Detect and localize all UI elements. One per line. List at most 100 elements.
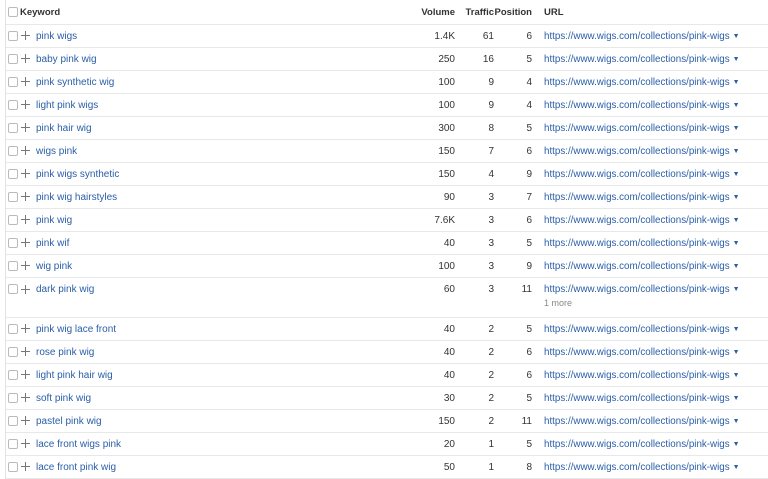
keyword-link[interactable]: baby pink wig [36, 47, 407, 71]
caret-down-icon[interactable]: ▼ [733, 286, 740, 293]
table-row[interactable]: pink wig hairstyles 90 3 7 https://www.wigs.… [6, 185, 768, 209]
keyword-link[interactable]: soft pink wig [36, 386, 407, 410]
keyword-link[interactable]: pink wigs synthetic [36, 162, 407, 186]
table-row[interactable]: pastel pink wig 150 2 11 https://www.wigs.co… [6, 409, 768, 433]
keyword-link[interactable]: pink wig [36, 208, 407, 232]
header-url[interactable]: URL [544, 0, 768, 25]
url-link[interactable]: https://www.wigs.com/collections/pink-wi… [544, 169, 730, 180]
keyword-link[interactable]: light pink wigs [36, 93, 407, 117]
header-position[interactable]: Position [494, 0, 532, 25]
caret-down-icon[interactable]: ▼ [733, 56, 740, 63]
caret-down-icon[interactable]: ▼ [733, 102, 740, 109]
url-link[interactable]: https://www.wigs.com/collections/pink-wi… [544, 100, 730, 111]
url-link[interactable]: https://www.wigs.com/collections/pink-wi… [544, 54, 730, 65]
table-row[interactable]: pink wif 40 3 5 https://www.wigs.com/collect… [6, 231, 768, 255]
row-checkbox[interactable] [8, 214, 18, 225]
row-checkbox[interactable] [8, 260, 18, 271]
url-link[interactable]: https://www.wigs.com/collections/pink-wi… [544, 439, 730, 450]
keyword-link[interactable]: pink hair wig [36, 116, 407, 140]
url-link[interactable]: https://www.wigs.com/collections/pink-wi… [544, 261, 730, 272]
url-link[interactable]: https://www.wigs.com/collections/pink-wi… [544, 393, 730, 404]
row-checkbox[interactable] [8, 392, 18, 403]
table-row[interactable]: pink wigs 1.4K 61 6 https://www.wigs.com/col… [6, 24, 768, 48]
header-traffic[interactable]: Traffic [455, 0, 494, 25]
header-keyword[interactable]: Keyword [20, 0, 407, 25]
table-row[interactable]: pink wig lace front 40 2 5 https://www.wigs.… [6, 317, 768, 341]
row-checkbox[interactable] [8, 145, 18, 156]
row-checkbox[interactable] [8, 346, 18, 357]
url-link[interactable]: https://www.wigs.com/collections/pink-wi… [544, 31, 730, 42]
keyword-link[interactable]: pink wig lace front [36, 317, 407, 341]
url-link[interactable]: https://www.wigs.com/collections/pink-wi… [544, 123, 730, 134]
keyword-link[interactable]: lace front pink wig [36, 455, 407, 479]
table-row[interactable]: lace front wigs pink 20 1 5 https://www.wigs… [6, 432, 768, 456]
plus-icon[interactable] [21, 146, 30, 156]
caret-down-icon[interactable]: ▼ [733, 326, 740, 333]
caret-down-icon[interactable]: ▼ [733, 349, 740, 356]
plus-icon[interactable] [21, 370, 30, 380]
caret-down-icon[interactable]: ▼ [733, 464, 740, 471]
caret-down-icon[interactable]: ▼ [733, 263, 740, 270]
plus-icon[interactable] [21, 284, 30, 294]
plus-icon[interactable] [21, 439, 30, 449]
row-checkbox[interactable] [8, 99, 18, 110]
plus-icon[interactable] [21, 324, 30, 334]
keyword-link[interactable]: light pink hair wig [36, 363, 407, 387]
select-all-checkbox[interactable] [8, 6, 18, 17]
table-row[interactable]: light pink wigs 100 9 4 https://www.wigs.com… [6, 93, 768, 117]
url-link[interactable]: https://www.wigs.com/collections/pink-wi… [544, 324, 730, 335]
caret-down-icon[interactable]: ▼ [733, 395, 740, 402]
url-link[interactable]: https://www.wigs.com/collections/pink-wi… [544, 284, 730, 295]
header-volume[interactable]: Volume [407, 0, 455, 25]
table-row[interactable]: dark pink wig 60 3 11 https://www.wigs.com/c… [6, 277, 768, 318]
keyword-link[interactable]: wigs pink [36, 139, 407, 163]
row-checkbox[interactable] [8, 438, 18, 449]
plus-icon[interactable] [21, 31, 30, 41]
keyword-link[interactable]: pink synthetic wig [36, 70, 407, 94]
table-row[interactable]: pink wig 7.6K 3 6 https://www.wigs.com/colle… [6, 208, 768, 232]
plus-icon[interactable] [21, 393, 30, 403]
row-checkbox[interactable] [8, 237, 18, 248]
url-link[interactable]: https://www.wigs.com/collections/pink-wi… [544, 416, 730, 427]
table-row[interactable]: light pink hair wig 40 2 6 https://www.wigs.… [6, 363, 768, 387]
keyword-link[interactable]: lace front wigs pink [36, 432, 407, 456]
plus-icon[interactable] [21, 462, 30, 472]
url-link[interactable]: https://www.wigs.com/collections/pink-wi… [544, 370, 730, 381]
caret-down-icon[interactable]: ▼ [733, 441, 740, 448]
url-link[interactable]: https://www.wigs.com/collections/pink-wi… [544, 347, 730, 358]
plus-icon[interactable] [21, 416, 30, 426]
plus-icon[interactable] [21, 192, 30, 202]
url-link[interactable]: https://www.wigs.com/collections/pink-wi… [544, 238, 730, 249]
keyword-link[interactable]: pink wif [36, 231, 407, 255]
table-row[interactable]: soft pink wig 30 2 5 https://www.wigs.com/co… [6, 386, 768, 410]
table-row[interactable]: pink wigs synthetic 150 4 9 https://www.wigs… [6, 162, 768, 186]
plus-icon[interactable] [21, 238, 30, 248]
url-link[interactable]: https://www.wigs.com/collections/pink-wi… [544, 146, 730, 157]
row-checkbox[interactable] [8, 461, 18, 472]
row-checkbox[interactable] [8, 284, 18, 295]
plus-icon[interactable] [21, 215, 30, 225]
caret-down-icon[interactable]: ▼ [733, 418, 740, 425]
table-row[interactable]: wigs pink 150 7 6 https://www.wigs.com/colle… [6, 139, 768, 163]
row-checkbox[interactable] [8, 323, 18, 334]
plus-icon[interactable] [21, 100, 30, 110]
row-checkbox[interactable] [8, 53, 18, 64]
caret-down-icon[interactable]: ▼ [733, 240, 740, 247]
plus-icon[interactable] [21, 347, 30, 357]
keyword-link[interactable]: pink wigs [36, 24, 407, 48]
url-link[interactable]: https://www.wigs.com/collections/pink-wi… [544, 462, 730, 473]
caret-down-icon[interactable]: ▼ [733, 217, 740, 224]
row-checkbox[interactable] [8, 191, 18, 202]
table-row[interactable]: rose pink wig 40 2 6 https://www.wigs.com/co… [6, 340, 768, 364]
table-row[interactable]: pink hair wig 300 8 5 https://www.wigs.com/c… [6, 116, 768, 140]
plus-icon[interactable] [21, 77, 30, 87]
keyword-link[interactable]: wig pink [36, 254, 407, 278]
row-checkbox[interactable] [8, 168, 18, 179]
plus-icon[interactable] [21, 123, 30, 133]
caret-down-icon[interactable]: ▼ [733, 125, 740, 132]
keyword-link[interactable]: dark pink wig [36, 277, 407, 318]
caret-down-icon[interactable]: ▼ [733, 148, 740, 155]
row-checkbox[interactable] [8, 122, 18, 133]
caret-down-icon[interactable]: ▼ [733, 171, 740, 178]
more-urls-link[interactable]: 1 more [544, 298, 768, 308]
